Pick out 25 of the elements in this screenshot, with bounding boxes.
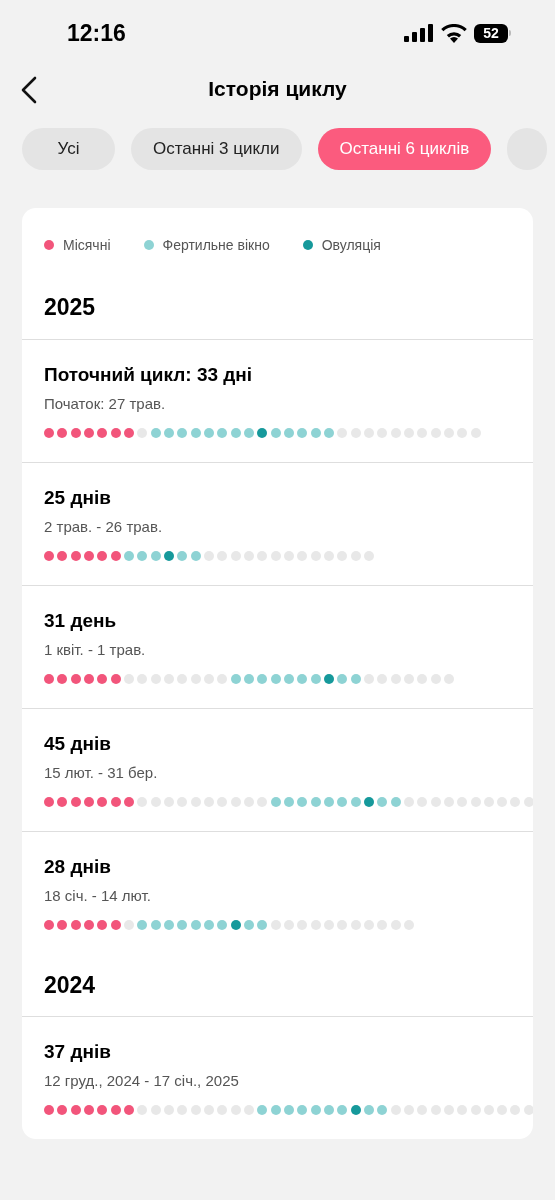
status-time: 12:16 [67,18,126,48]
cycle-dates: 18 січ. - 14 лют. [44,885,152,906]
cycle-dates: 12 груд., 2024 - 17 січ., 2025 [44,1071,240,1091]
page-title: Історія циклу [208,76,347,103]
cycle-dates: 1 квіт. - 1 трав. [44,639,147,660]
filter-chip[interactable]: Останні 3 цикли [131,128,302,170]
filter-chip[interactable]: Усі [22,128,115,170]
legend-label: Овуляція [321,235,381,255]
legend-label: Місячні [63,235,111,255]
cycle-title: 31 день [44,608,118,633]
year-heading: 2025 [43,293,97,322]
wifi-icon [441,23,467,43]
cycle-title: 28 днів [44,854,112,879]
back-icon[interactable] [20,76,38,104]
cycle-dates: 2 трав. - 26 трав. [44,516,164,537]
cycle-title: Поточний цикл: 33 дні [44,362,254,387]
signal-icon [404,24,434,42]
battery-icon: 52 [474,23,511,43]
cycle-dates: Початок: 27 трав. [44,393,167,414]
legend-label: Фертильне вікно [162,235,270,255]
cycle-dates: 15 лют. - 31 бер. [44,762,159,783]
cycle-title: 25 днів [44,485,112,510]
year-heading: 2024 [43,970,97,1000]
cycle-title: 45 днів [44,731,112,756]
cycle-title: 37 днів [44,1040,112,1064]
